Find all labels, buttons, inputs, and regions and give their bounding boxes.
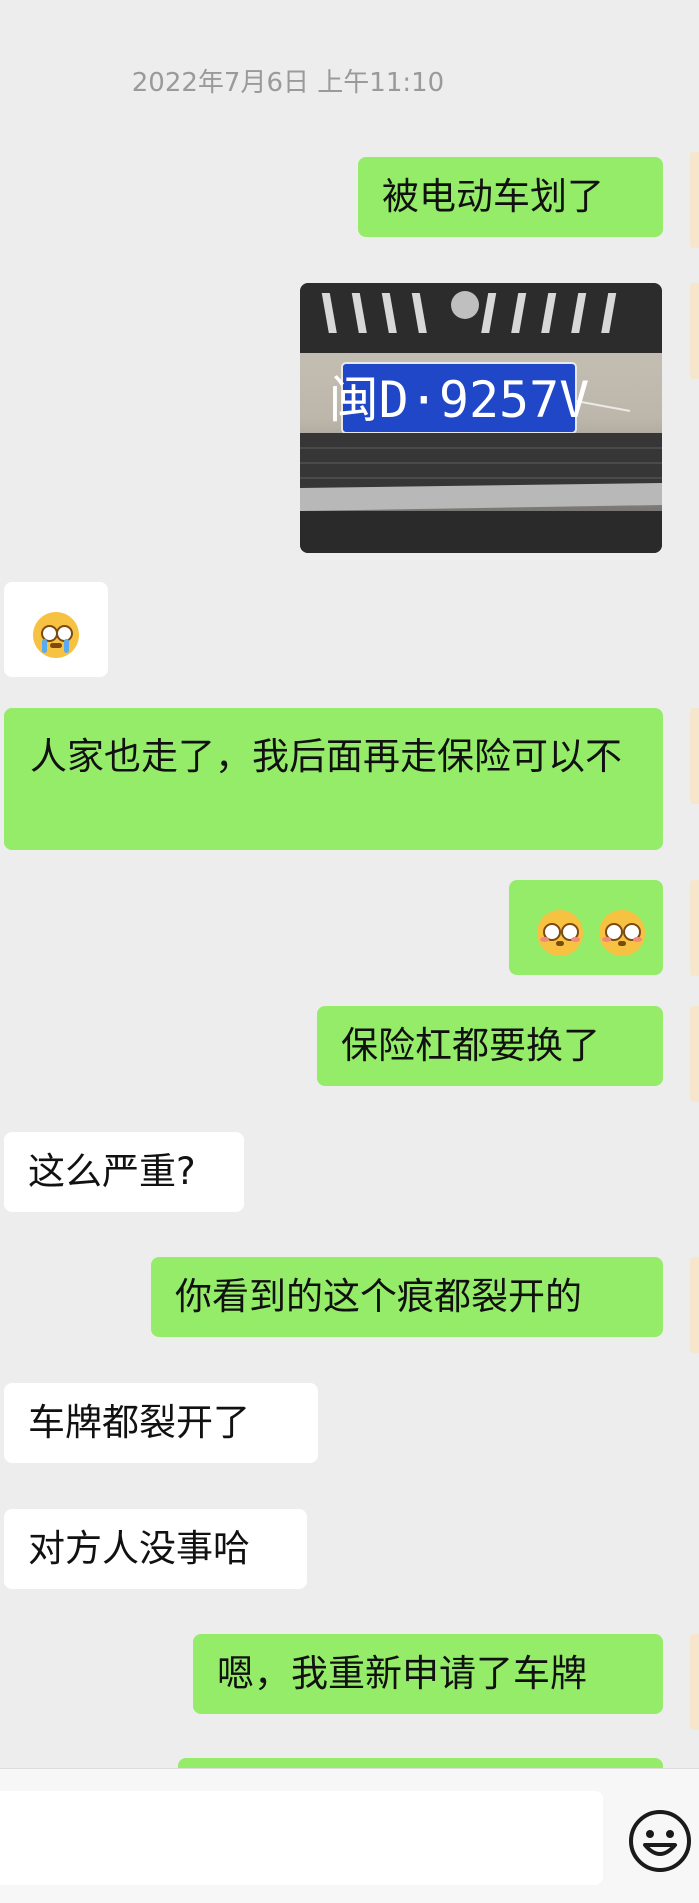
avatar[interactable] <box>690 880 699 976</box>
flushed-face-icon <box>598 909 645 956</box>
avatar[interactable] <box>690 1006 699 1102</box>
message-bubble-incoming[interactable]: 这么严重? <box>4 1132 244 1212</box>
smiley-face-icon <box>629 1810 691 1872</box>
chat-timestamp: 2022年7月6日 上午11:10 <box>131 68 445 98</box>
message-bubble-incoming[interactable]: 车牌都裂开了 <box>4 1383 318 1463</box>
message-image[interactable]: 闽D·9257V <box>300 283 662 553</box>
message-bubble-outgoing[interactable] <box>509 880 663 975</box>
message-bubble-incoming[interactable]: 对方人没事哈 <box>4 1509 307 1589</box>
message-bubble-outgoing[interactable]: 人家也走了，我后面再走保险可以不 <box>4 708 663 850</box>
flushed-face-icon <box>537 909 583 956</box>
message-bubble-outgoing[interactable]: 嗯，我重新申请了车牌 <box>193 1634 663 1714</box>
emoji-button[interactable] <box>628 1809 692 1873</box>
message-bubble-outgoing[interactable]: 保险杠都要换了 <box>317 1006 663 1086</box>
message-bubble-incoming[interactable] <box>4 582 108 677</box>
message-bubble-outgoing[interactable]: 被电动车划了 <box>358 157 663 237</box>
license-plate-text: 闽D·9257V <box>329 371 590 429</box>
avatar[interactable] <box>690 283 699 379</box>
chat-input-bar <box>0 1768 699 1903</box>
avatar[interactable] <box>690 1257 699 1353</box>
crying-face-icon <box>33 611 79 658</box>
car-photo: 闽D·9257V <box>300 283 662 553</box>
avatar[interactable] <box>690 1634 699 1730</box>
avatar[interactable] <box>690 152 699 248</box>
message-bubble-outgoing[interactable]: 你看到的这个痕都裂开的 <box>151 1257 663 1337</box>
avatar[interactable] <box>690 708 699 804</box>
message-input[interactable] <box>0 1791 603 1885</box>
